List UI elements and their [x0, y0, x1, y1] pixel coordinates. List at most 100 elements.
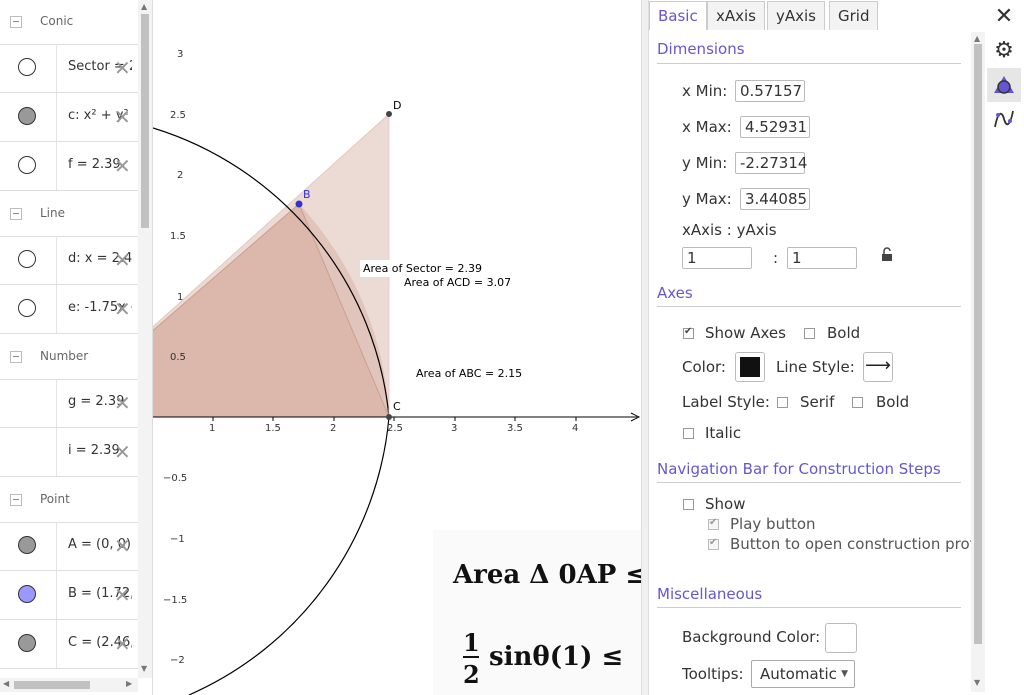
xmax-input[interactable]: 4.52931 [740, 116, 810, 138]
graphics-view[interactable]: 1 1.5 2 2.5 3 3.5 4 3 2.5 2 1.5 1 0.5 −0… [153, 0, 641, 695]
scroll-up-icon[interactable]: ▲ [141, 2, 147, 11]
point-label-d: D [393, 99, 401, 112]
section-title-navigation: Navigation Bar for Construction Steps [657, 460, 941, 478]
delete-icon[interactable]: ✕ [114, 534, 131, 558]
ymin-input[interactable]: -2.27314 [735, 152, 807, 174]
gear-icon[interactable]: ⚙ [987, 34, 1021, 68]
text-area-sector[interactable]: Area of Sector = 2.39 [360, 260, 485, 277]
group-header-point[interactable]: Point [0, 478, 138, 523]
axes-bold-checkbox[interactable] [804, 328, 815, 339]
tab-grid[interactable]: Grid [829, 1, 879, 30]
collapse-icon[interactable] [10, 208, 22, 220]
point-c[interactable] [386, 414, 392, 420]
text-area-acd[interactable]: Area of ACD = 3.07 [404, 276, 511, 289]
axes-color-button[interactable] [735, 352, 765, 382]
properties-scrollbar[interactable]: ▲ ▼ [971, 32, 985, 692]
ratio-y-input[interactable]: 1 [787, 247, 857, 269]
italic-checkbox[interactable] [683, 428, 694, 439]
visibility-marble-icon[interactable] [18, 107, 36, 125]
ratio-x-input[interactable]: 1 [682, 247, 752, 269]
view-splitter[interactable] [641, 0, 649, 695]
group-title: Number [40, 349, 89, 363]
show-axes-checkbox[interactable] [683, 326, 694, 339]
group-header-number[interactable]: Number [0, 335, 138, 380]
visibility-marble-icon[interactable] [18, 299, 36, 317]
background-color-button[interactable] [825, 623, 857, 653]
visibility-marble-icon[interactable] [18, 585, 36, 603]
fraction-numerator: 1 [463, 628, 480, 657]
formula-image[interactable]: Area Δ 0AP ≤ 1 2 sinθ(1) ≤ [433, 530, 641, 695]
delete-icon[interactable]: ✕ [114, 248, 131, 272]
graphics-settings-icon[interactable] [987, 68, 1021, 102]
algebra-row-g[interactable]: g = 2.39 ✕ [0, 379, 138, 428]
delete-icon[interactable]: ✕ [114, 105, 131, 129]
scroll-down-icon[interactable]: ▼ [141, 664, 147, 673]
xmin-label: x Min: [682, 82, 728, 100]
properties-tabs: Basic xAxis yAxis Grid [649, 0, 971, 32]
formula-line-2: sinθ(1) ≤ [489, 642, 624, 672]
point-b[interactable] [295, 200, 303, 208]
algebra-row-sector[interactable]: Sector = 2.39 ✕ [0, 44, 138, 93]
algebra-settings-icon[interactable] [987, 102, 1021, 136]
algebra-row-i[interactable]: i = 2.39 ✕ [0, 428, 138, 477]
scroll-right-icon[interactable]: ▶ [126, 679, 132, 688]
delete-icon[interactable]: ✕ [114, 440, 131, 464]
background-color-label: Background Color: [682, 628, 821, 646]
algebra-row-f[interactable]: f = 2.39 ✕ [0, 142, 138, 191]
scrollbar-thumb[interactable] [141, 14, 149, 228]
visibility-marble-icon[interactable] [18, 634, 36, 652]
lock-icon[interactable] [879, 246, 895, 266]
scrollbar-thumb[interactable] [14, 681, 90, 689]
algebra-row-C[interactable]: C = (2.46, 0) ✕ [0, 620, 138, 669]
scroll-up-icon[interactable]: ▲ [974, 34, 980, 43]
delete-icon[interactable]: ✕ [114, 632, 131, 656]
visibility-marble-icon[interactable] [18, 250, 36, 268]
collapse-icon[interactable] [10, 351, 22, 363]
algebra-row-d[interactable]: d: x = 2.46 ✕ [0, 236, 138, 285]
delete-icon[interactable]: ✕ [114, 391, 131, 415]
label-bold-checkbox[interactable] [852, 397, 863, 408]
algebra-vertical-scrollbar[interactable]: ▲ ▼ [138, 0, 152, 678]
nav-show-checkbox[interactable] [683, 499, 694, 510]
label-style-label: Label Style: [682, 393, 770, 411]
delete-icon[interactable]: ✕ [114, 154, 131, 178]
delete-icon[interactable]: ✕ [114, 297, 131, 321]
y-tick-label: −1.5 [163, 595, 187, 606]
group-header-line[interactable]: Line [0, 192, 138, 237]
line-style-button[interactable]: ⟶ [863, 352, 893, 382]
scrollbar-thumb[interactable] [974, 44, 982, 644]
play-button-checkbox[interactable] [708, 517, 719, 530]
algebra-row-A[interactable]: A = (0, 0) ✕ [0, 522, 138, 571]
algebra-row-e[interactable]: e: -1.75x + ✕ [0, 285, 138, 334]
delete-icon[interactable]: ✕ [114, 56, 131, 80]
tab-basic[interactable]: Basic [649, 1, 707, 30]
x-tick-label: 2 [330, 423, 336, 434]
xmax-label: x Max: [682, 118, 732, 136]
x-tick-label: 4 [572, 423, 578, 434]
protocol-button-checkbox[interactable] [708, 537, 719, 550]
serif-checkbox[interactable] [777, 397, 788, 408]
scroll-left-icon[interactable]: ◀ [3, 679, 9, 688]
tooltips-select[interactable]: Automatic ▼ [751, 660, 855, 688]
tab-xaxis[interactable]: xAxis [707, 1, 765, 30]
ymax-input[interactable]: 3.44085 [740, 188, 810, 210]
collapse-icon[interactable] [10, 16, 22, 28]
delete-icon[interactable]: ✕ [114, 583, 131, 607]
algebra-horizontal-scrollbar[interactable]: ◀ ▶ [0, 678, 138, 692]
section-title-axes: Axes [657, 284, 693, 302]
visibility-marble-icon[interactable] [18, 536, 36, 554]
tab-yaxis[interactable]: yAxis [767, 1, 825, 30]
text-area-abc[interactable]: Area of ABC = 2.15 [416, 367, 522, 380]
point-d[interactable] [386, 111, 392, 117]
algebra-row-c[interactable]: c: x² + y² = 6 ✕ [0, 93, 138, 142]
scroll-down-icon[interactable]: ▼ [974, 678, 980, 687]
line-style-label: Line Style: [776, 358, 855, 376]
group-header-conic[interactable]: Conic [0, 0, 138, 45]
collapse-icon[interactable] [10, 494, 22, 506]
algebra-view: Conic Sector = 2.39 ✕ c: x² + y² = 6 ✕ f… [0, 0, 153, 695]
visibility-marble-icon[interactable] [18, 58, 36, 76]
algebra-row-B[interactable]: B = (1.72, 1.75) ✕ [0, 571, 138, 620]
visibility-marble-icon[interactable] [18, 156, 36, 174]
xmin-input[interactable]: 0.57157 [735, 80, 805, 102]
close-icon[interactable]: ✕ [987, 0, 1021, 34]
